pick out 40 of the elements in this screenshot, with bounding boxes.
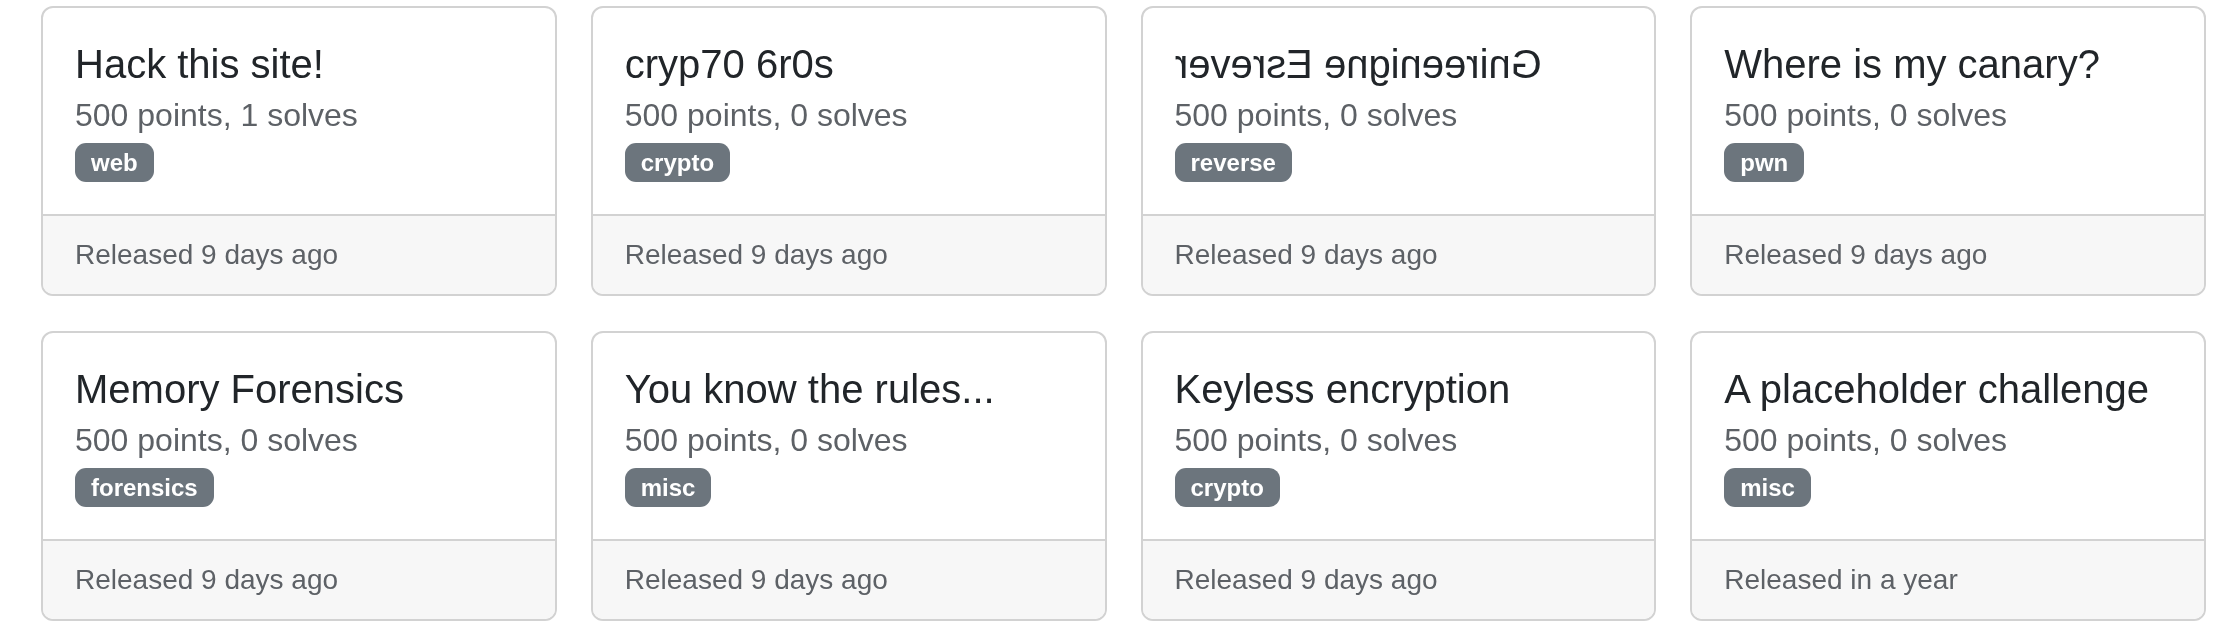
challenge-title: cryp70 6r0s — [624, 41, 834, 88]
challenge-title: You know the rules... — [624, 366, 995, 413]
challenge-card[interactable]: Gnireenigne Esrever 500 points, 0 solves reverse Released 9 days ago — [1140, 6, 1657, 296]
challenge-title: Gnireenigne Esrever — [1174, 41, 1542, 88]
category-tag: forensics — [75, 468, 214, 507]
category-tag: reverse — [1174, 143, 1292, 182]
release-date: Released 9 days ago — [75, 564, 339, 595]
category-tag: crypto — [1174, 468, 1280, 507]
challenge-card[interactable]: You know the rules... 500 points, 0 solves misc Released 9 days ago — [590, 331, 1107, 621]
challenge-stats: 500 points, 0 solves — [624, 421, 908, 459]
release-date: Released 9 days ago — [75, 239, 339, 270]
release-date: Released in a year — [1724, 564, 1958, 595]
challenge-title: Hack this site! — [75, 41, 324, 88]
challenge-title: Where is my canary? — [1724, 41, 2100, 88]
challenge-title: Memory Forensics — [75, 366, 404, 413]
release-date: Released 9 days ago — [624, 564, 888, 595]
challenge-stats: 500 points, 0 solves — [624, 96, 908, 134]
challenge-title: Keyless encryption — [1174, 366, 1511, 413]
challenge-stats: 500 points, 0 solves — [1174, 421, 1458, 459]
release-date: Released 9 days ago — [624, 239, 888, 270]
challenge-title: A placeholder challenge — [1724, 366, 2149, 413]
category-tag: pwn — [1724, 143, 1805, 182]
challenge-card[interactable]: A placeholder challenge 500 points, 0 solves misc Released in a year — [1690, 331, 2206, 621]
category-tag: crypto — [624, 143, 731, 182]
challenge-stats: 500 points, 1 solves — [75, 96, 358, 134]
category-tag: web — [75, 143, 154, 182]
challenge-card[interactable]: Keyless encryption 500 points, 0 solves crypto Released 9 days ago — [1140, 331, 1657, 621]
challenge-card[interactable]: Where is my canary? 500 points, 0 solves pwn Released 9 days ago — [1690, 6, 2206, 296]
challenge-stats: 500 points, 0 solves — [1724, 421, 2008, 459]
category-tag: misc — [1724, 468, 1811, 507]
challenge-stats: 500 points, 0 solves — [1174, 96, 1458, 134]
challenge-card[interactable]: Hack this site! 500 points, 1 solves web Released 9 days ago — [41, 6, 557, 296]
challenge-card[interactable]: cryp70 6r0s 500 points, 0 solves crypto Released 9 days ago — [590, 6, 1107, 296]
challenge-stats: 500 points, 0 solves — [75, 421, 358, 459]
release-date: Released 9 days ago — [1724, 239, 1988, 270]
release-date: Released 9 days ago — [1174, 564, 1438, 595]
category-tag: misc — [624, 468, 712, 507]
release-date: Released 9 days ago — [1174, 239, 1438, 270]
challenge-card[interactable]: Memory Forensics 500 points, 0 solves forensics Released 9 days ago — [41, 331, 557, 621]
challenge-stats: 500 points, 0 solves — [1724, 96, 2008, 134]
